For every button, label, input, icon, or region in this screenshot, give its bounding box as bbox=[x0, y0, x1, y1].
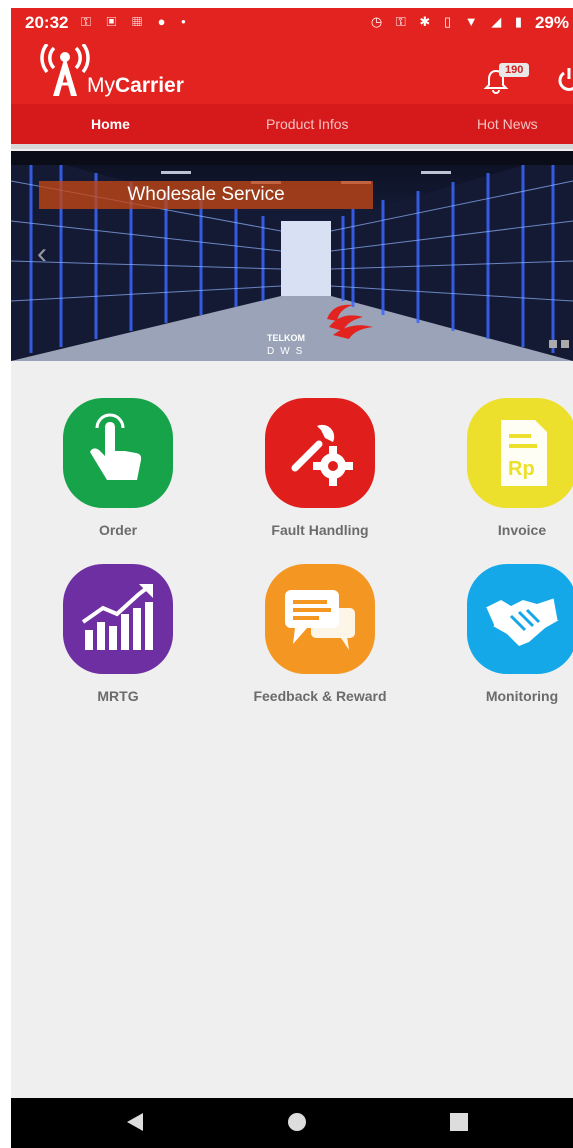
tap-icon bbox=[63, 398, 173, 508]
menu-label: Feedback & Reward bbox=[253, 688, 387, 704]
menu-invoice[interactable]: Rp Invoice bbox=[447, 398, 573, 538]
app-header: MyCarrier 190 bbox=[11, 38, 573, 104]
growth-chart-icon bbox=[63, 564, 173, 674]
bluetooth-icon: ✱ bbox=[419, 14, 436, 29]
banner-company: TELKOM bbox=[267, 333, 305, 343]
tab-product-infos[interactable]: Product Infos bbox=[266, 116, 349, 132]
status-right-icons: ◷ ⚿ ✱ ▯ ▼ ◢ ▮ bbox=[371, 14, 527, 30]
menu-feedback-reward[interactable]: Feedback & Reward bbox=[245, 564, 395, 704]
bag-icon: ▣ bbox=[106, 14, 123, 29]
chevron-left-icon[interactable]: ‹ bbox=[37, 237, 47, 271]
notification-badge: 190 bbox=[499, 63, 530, 77]
alarm-icon: ◷ bbox=[370, 14, 388, 29]
tower-logo-icon bbox=[40, 44, 90, 96]
gallery-icon: ▦ bbox=[132, 14, 148, 29]
carousel-dot[interactable] bbox=[561, 340, 569, 348]
line-icon: ● bbox=[157, 14, 172, 29]
tab-bar: Home Product Infos Hot News bbox=[11, 104, 573, 149]
brand-carrier: Carrier bbox=[115, 74, 184, 97]
brand-my: My bbox=[87, 74, 115, 97]
menu-label: MRTG bbox=[97, 688, 139, 704]
dot-icon: • bbox=[181, 14, 192, 29]
menu-label: Order bbox=[98, 522, 138, 538]
key-icon: ⚿ bbox=[81, 14, 97, 29]
status-time: 20:32 bbox=[25, 13, 69, 32]
battery-percent: 29% bbox=[534, 13, 569, 32]
tools-icon bbox=[265, 398, 375, 508]
menu-fault-handling[interactable]: Fault Handling bbox=[245, 398, 395, 538]
battery-icon: ▮ bbox=[514, 14, 527, 29]
menu-label: Invoice bbox=[497, 522, 547, 538]
vibrate-icon: ▯ bbox=[443, 14, 457, 29]
invoice-icon: Rp bbox=[467, 398, 573, 508]
invoice-icon-text: Rp bbox=[508, 458, 535, 480]
banner-carousel[interactable]: DWS Wholesale Service ‹ TELKOM bbox=[11, 151, 573, 361]
menu-monitoring[interactable]: Monitoring bbox=[447, 564, 573, 704]
power-icon[interactable] bbox=[557, 66, 573, 92]
signal-icon: ◢ bbox=[491, 14, 507, 29]
banner-title: Wholesale Service bbox=[39, 181, 373, 209]
tab-hot-news[interactable]: Hot News bbox=[477, 116, 538, 132]
recents-icon[interactable] bbox=[449, 1112, 469, 1132]
carousel-dot[interactable] bbox=[549, 340, 557, 348]
app-screen: 20:32 ⚿ ▣ ▦ ● • ◷ ⚿ ✱ ▯ ▼ ◢ ▮ 29% MyCarr… bbox=[11, 8, 573, 1148]
back-icon[interactable] bbox=[125, 1112, 145, 1132]
handshake-icon bbox=[467, 564, 573, 674]
chat-icon bbox=[265, 564, 375, 674]
menu-mrtg[interactable]: MRTG bbox=[43, 564, 193, 704]
tab-home[interactable]: Home bbox=[91, 116, 130, 132]
status-bar: 20:32 ⚿ ▣ ▦ ● • ◷ ⚿ ✱ ▯ ▼ ◢ ▮ 29% bbox=[11, 8, 573, 38]
tab-shadow bbox=[11, 144, 573, 149]
menu-order[interactable]: Order bbox=[43, 398, 193, 538]
menu-label: Fault Handling bbox=[271, 522, 369, 538]
wifi-icon: ▼ bbox=[464, 14, 483, 29]
key-icon: ⚿ bbox=[395, 14, 411, 29]
status-left-icons: ⚿ ▣ ▦ ● • bbox=[81, 14, 192, 30]
menu-label: Monitoring bbox=[485, 688, 559, 704]
system-nav-bar bbox=[11, 1098, 573, 1148]
app-brand: MyCarrier bbox=[87, 74, 184, 98]
carousel-dots bbox=[545, 335, 569, 353]
home-icon[interactable] bbox=[287, 1112, 307, 1132]
svg-text:DWS: DWS bbox=[267, 346, 308, 357]
